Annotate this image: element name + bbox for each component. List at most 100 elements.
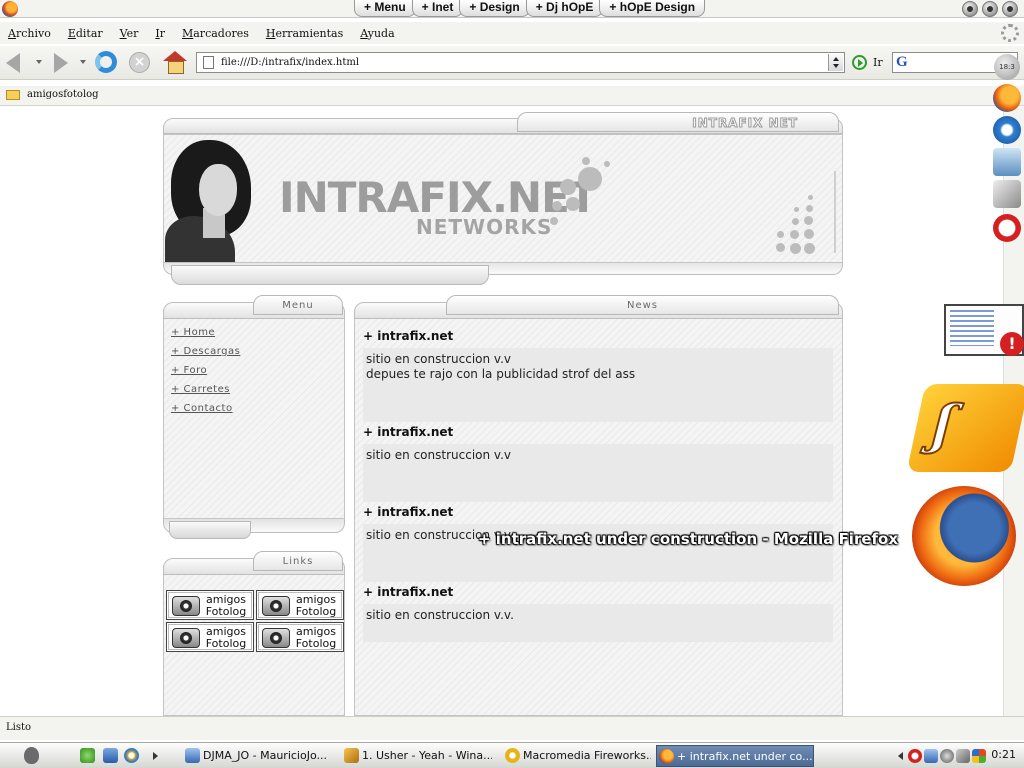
menu-marcadores[interactable]: Marcadores: [182, 27, 249, 40]
top-tab-dj-hope[interactable]: + Dj hOpE: [525, 0, 604, 17]
banner-frame-line: [834, 171, 836, 253]
go-icon: [852, 55, 867, 70]
links-panel-tab: Links: [253, 551, 343, 571]
url-input[interactable]: [221, 54, 821, 71]
bookmarks-toolbar: amigosfotolog: [0, 86, 1024, 106]
menu-editar[interactable]: Editar: [68, 27, 103, 40]
maximize-button[interactable]: [982, 1, 998, 17]
close-button[interactable]: [1002, 1, 1018, 17]
minimize-button[interactable]: [962, 1, 978, 17]
site-menu-list: + Home + Descargas + Foro + Carretes + C…: [171, 327, 240, 422]
quicklaunch-more-icon[interactable]: [153, 752, 158, 760]
fotolog-link-1[interactable]: amigos Fotolog: [166, 590, 254, 620]
menu-ver[interactable]: Ver: [120, 27, 139, 40]
desktop-icons: ! ʃ: [906, 300, 1024, 600]
camera-icon: [172, 628, 200, 648]
site-menu-home[interactable]: + Home: [171, 327, 240, 346]
fotolog-link-2[interactable]: amigos Fotolog: [256, 590, 344, 620]
menu-ir[interactable]: Ir: [155, 27, 165, 40]
maximize-icon: [987, 6, 993, 12]
news-panel-header: News: [354, 295, 843, 319]
throbber-icon: [1001, 24, 1019, 42]
task-djma-jo[interactable]: DJMA_JO - MauricioJo...: [183, 745, 331, 767]
fotolog-line2: Fotolog: [205, 605, 247, 618]
news-panel-tab: News: [446, 295, 839, 315]
dock-block-icon[interactable]: [993, 214, 1021, 242]
quicklaunch-desktop-icon[interactable]: [103, 748, 118, 763]
site-menu-descargas[interactable]: + Descargas: [171, 346, 240, 365]
news-item-1: + intrafix.net sitio en construccion v.v…: [363, 324, 833, 422]
fireworks-icon: [505, 748, 520, 763]
top-tab-menu[interactable]: + Menu: [354, 0, 416, 17]
site-menu-foro[interactable]: + Foro: [171, 365, 240, 384]
menu-bar: Archivo Editar Ver Ir Marcadores Herrami…: [0, 22, 1024, 44]
site-menu-contacto[interactable]: + Contacto: [171, 403, 240, 422]
fotolog-link-4[interactable]: amigos Fotolog: [256, 622, 344, 652]
news-line: sitio en construccion v.v: [366, 352, 512, 366]
task-firefox[interactable]: + intrafix.net under co...: [656, 745, 814, 767]
news-line: sitio en construccion v.v.: [366, 608, 514, 622]
window-title-overlay: + intrafix.net under construction - Mozi…: [478, 530, 899, 548]
alert-icon[interactable]: !: [1000, 332, 1024, 356]
site-menu-carretes[interactable]: + Carretes: [171, 384, 240, 403]
tray-expand-icon[interactable]: [898, 752, 903, 760]
winamp-icon: [344, 748, 359, 763]
quicklaunch-messenger-icon[interactable]: [80, 748, 95, 763]
task-winamp[interactable]: 1. Usher - Yeah - Wina...: [342, 745, 492, 767]
news-item-4: + intrafix.net sitio en construccion v.v…: [363, 580, 833, 642]
start-menu-apple-icon[interactable]: [24, 747, 39, 764]
reload-button[interactable]: [93, 50, 119, 76]
dock-clock-icon[interactable]: 18:3: [994, 54, 1020, 80]
top-tab-row: + Menu + Inet + Design + Dj hOpE + hOpE …: [354, 0, 706, 18]
news-item-2: + intrafix.net sitio en construccion v.v: [363, 420, 833, 502]
menu-ayuda[interactable]: Ayuda: [360, 27, 394, 40]
back-button[interactable]: [4, 50, 30, 76]
news-title: + intrafix.net: [363, 329, 454, 343]
firefox-large-icon[interactable]: [912, 486, 1016, 586]
dock-ie-icon[interactable]: [993, 116, 1021, 144]
top-tab-inet[interactable]: + Inet: [411, 0, 464, 17]
camera-icon: [262, 596, 290, 616]
forward-history-dropdown[interactable]: [80, 60, 86, 64]
forward-button[interactable]: [48, 50, 74, 76]
google-icon: G: [896, 54, 908, 70]
task-fireworks[interactable]: Macromedia Fireworks...: [503, 745, 651, 767]
dock-device-icon[interactable]: [993, 180, 1021, 208]
address-bar[interactable]: [196, 52, 845, 73]
go-button[interactable]: Ir: [852, 55, 883, 70]
news-line: depues te rajo con la publicidad strof d…: [366, 367, 636, 381]
intrafix-page: INTRAFIX NET INTRAFIX.NET NETWORKS Menu …: [163, 112, 843, 716]
banner-logo-sub: NETWORKS: [416, 215, 553, 239]
dock-firefox-icon[interactable]: [993, 84, 1021, 112]
fotolog-link-3[interactable]: amigos Fotolog: [166, 622, 254, 652]
forward-arrow-icon: [54, 53, 68, 73]
dock-monitor-icon[interactable]: [993, 148, 1021, 176]
bookmark-label: amigosfotolog: [27, 89, 99, 100]
top-tab-design[interactable]: + Design: [459, 0, 530, 17]
window-buttons: [962, 1, 1018, 17]
system-tray: 0:21: [894, 743, 1024, 768]
top-tab-hope-design[interactable]: + hOpE Design: [599, 0, 706, 17]
news-panel-title: News: [626, 300, 659, 311]
tray-device-icon[interactable]: [956, 749, 970, 763]
menu-panel-footer: [163, 519, 345, 541]
task-label: 1. Usher - Yeah - Wina...: [362, 749, 492, 762]
fotolog-line2: Fotolog: [295, 605, 337, 618]
stop-button[interactable]: ×: [127, 50, 153, 76]
quicklaunch-media-icon[interactable]: [124, 748, 139, 763]
dreamweaver-icon[interactable]: ʃ: [906, 384, 1024, 472]
back-history-dropdown[interactable]: [36, 60, 42, 64]
menu-herramientas[interactable]: Herramientas: [266, 27, 343, 40]
tray-network-icon[interactable]: [924, 749, 938, 763]
tray-block-icon[interactable]: [908, 749, 922, 763]
banner-portrait-image: [165, 136, 261, 262]
home-button[interactable]: [162, 50, 188, 76]
links-panel-title: Links: [282, 556, 314, 567]
url-dropdown-button[interactable]: [828, 54, 843, 71]
tray-speaker-icon[interactable]: [940, 749, 954, 763]
tray-windows-icon[interactable]: [972, 749, 986, 763]
menu-archivo[interactable]: Archivo: [8, 27, 51, 40]
task-window-icon: [185, 748, 200, 763]
menu-panel-tab: Menu: [253, 295, 343, 315]
minimize-icon: [967, 6, 973, 12]
